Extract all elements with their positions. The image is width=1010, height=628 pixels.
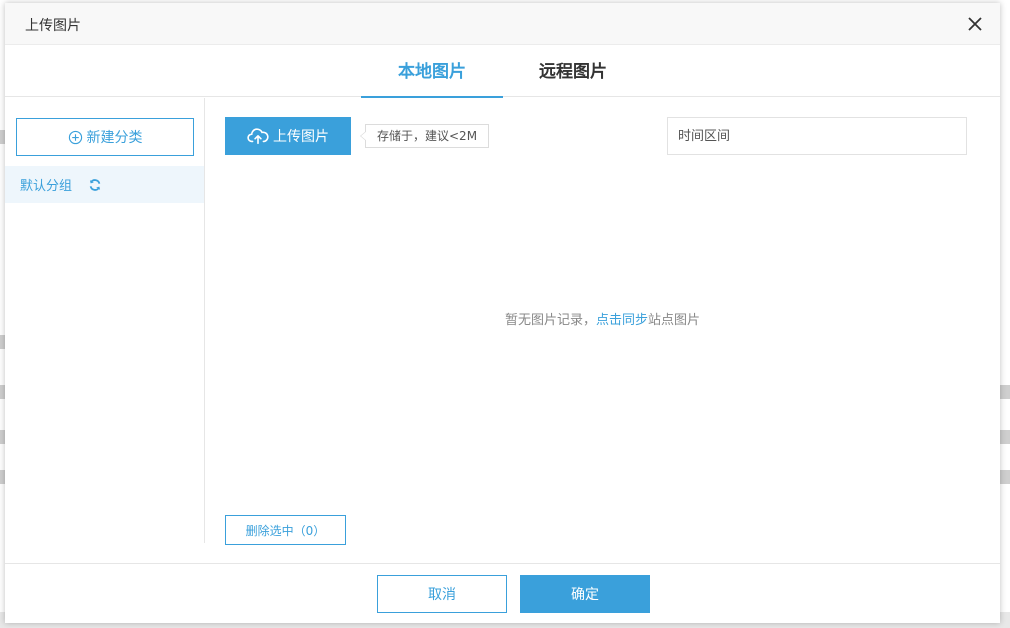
backdrop-fragment <box>1000 470 1010 484</box>
group-label: 默认分组 <box>20 179 73 194</box>
close-icon <box>968 17 982 31</box>
dialog-header: 上传图片 <box>5 3 1000 45</box>
empty-state-message: 暂无图片记录，点击同步站点图片 <box>205 309 1000 328</box>
tab-remote-images[interactable]: 远程图片 <box>502 45 644 97</box>
date-range-input[interactable] <box>667 117 967 155</box>
plus-circle-icon <box>68 130 82 144</box>
upload-image-label: 上传图片 <box>273 129 329 145</box>
cloud-upload-icon <box>247 128 269 145</box>
close-button[interactable] <box>964 13 986 35</box>
upload-size-tip: 存储于，建议<2M <box>359 124 490 148</box>
new-category-label: 新建分类 <box>86 130 143 146</box>
backdrop-fragment <box>1000 385 1010 399</box>
dialog-footer: 取消 确定 <box>5 563 1000 623</box>
upload-image-button[interactable]: 上传图片 <box>225 117 351 155</box>
new-category-button[interactable]: 新建分类 <box>16 118 194 156</box>
empty-state-suffix: 站点图片 <box>648 313 701 328</box>
upload-image-dialog: 上传图片 本地图片 远程图片 新建分类 默认分组 上传图片 存储于，建议<2M … <box>5 3 1000 623</box>
category-sidebar: 新建分类 默认分组 <box>5 98 205 543</box>
backdrop-fragment <box>1000 430 1010 444</box>
empty-state-prefix: 暂无图片记录， <box>504 313 596 328</box>
cancel-button[interactable]: 取消 <box>377 575 507 613</box>
refresh-icon[interactable] <box>88 178 102 192</box>
confirm-button[interactable]: 确定 <box>520 575 650 613</box>
sync-site-images-link[interactable]: 点击同步 <box>596 313 648 328</box>
image-list-panel: 上传图片 存储于，建议<2M 暂无图片记录，点击同步站点图片 删除选中（0） <box>205 98 1000 545</box>
tab-local-images[interactable]: 本地图片 <box>361 45 503 98</box>
image-source-tabs: 本地图片 远程图片 <box>5 45 1000 98</box>
sidebar-item-default-group[interactable]: 默认分组 <box>5 166 204 203</box>
dialog-title: 上传图片 <box>25 18 81 34</box>
delete-selected-button[interactable]: 删除选中（0） <box>225 515 346 545</box>
